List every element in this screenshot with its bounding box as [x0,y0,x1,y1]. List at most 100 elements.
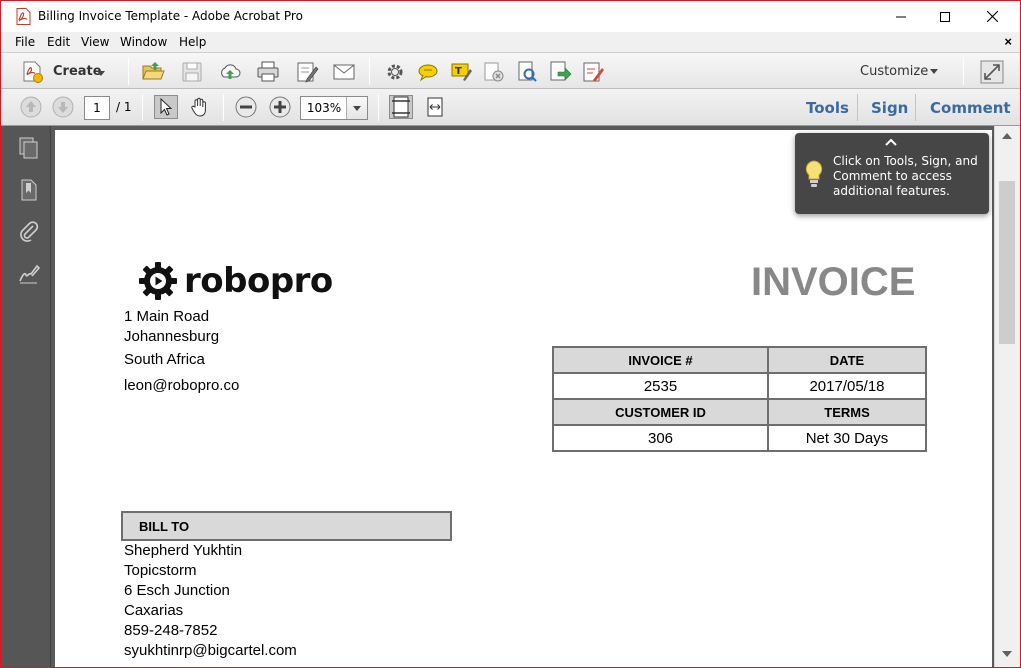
toolbar-divider [223,94,224,121]
email-icon[interactable] [332,60,356,84]
page-number-input[interactable]: 1 [84,96,110,120]
navigation-toolbar: 1 / 1 103% Tools Sign Comment [1,89,1020,126]
minimize-button[interactable] [878,1,924,32]
invoice-number-header: INVOICE # [552,346,769,374]
comment-icon[interactable] [416,60,440,84]
tools-tip-popover: Click on Tools, Sign, and Comment to acc… [795,133,989,214]
upload-icon[interactable] [218,60,242,84]
navigation-pane [1,126,51,667]
settings-icon[interactable] [383,60,407,84]
sender-address-line1: 1 Main Road [124,308,210,325]
bill-to-label: BILL TO [139,519,190,534]
create-pdf-icon[interactable] [21,60,45,84]
terms-header: TERMS [767,398,927,426]
export-icon[interactable] [548,60,572,84]
scroll-up-icon[interactable] [1002,132,1012,139]
attachments-icon[interactable] [17,220,41,244]
chevron-down-icon [353,106,361,111]
close-window-button[interactable] [969,1,1015,32]
page-total: / 1 [116,100,132,114]
invoice-number-value: 2535 [552,372,769,400]
fit-page-button[interactable] [389,95,413,119]
next-page-icon[interactable] [51,95,75,119]
zoom-in-icon[interactable] [268,95,292,119]
lightbulb-icon [805,160,823,187]
create-dropdown-icon[interactable] [97,71,105,76]
svg-text:T: T [455,66,462,77]
menu-file[interactable]: File [15,35,35,49]
expand-icon[interactable] [980,60,1004,84]
sender-email: leon@robopro.co [124,377,240,394]
toolbar-divider [128,58,129,85]
comment-pane-button[interactable]: Comment [930,99,1011,117]
menu-window[interactable]: Window [120,35,167,49]
title-bar: Billing Invoice Template - Adobe Acrobat… [1,1,1020,32]
vertical-scrollbar[interactable] [994,126,1020,667]
toolbar-divider [142,94,143,121]
tools-pane-button[interactable]: Tools [806,99,849,117]
fit-page-icon [392,96,410,118]
zoom-level-value: 103% [306,101,342,115]
sign-pane-button[interactable]: Sign [871,99,908,117]
edit-icon[interactable] [295,60,319,84]
bill-to-phone: 859-248-7852 [124,622,218,639]
collapse-chevron-up-icon[interactable] [885,138,897,146]
scroll-down-icon[interactable] [1002,651,1012,658]
robopro-gear-logo-icon [139,262,177,300]
maximize-icon [940,11,950,22]
menu-bar: File Edit View Window Help × [1,32,1020,52]
menu-help[interactable]: Help [179,35,206,49]
zoom-out-icon[interactable] [234,95,258,119]
date-value: 2017/05/18 [767,372,927,400]
maximize-button[interactable] [922,1,968,32]
company-logo: robopro [138,260,333,302]
acrobat-window: Billing Invoice Template - Adobe Acrobat… [0,0,1021,668]
fill-sign-icon[interactable] [581,60,605,84]
scrollbar-thumb[interactable] [999,181,1015,344]
select-tool-button[interactable] [154,95,178,119]
terms-value: Net 30 Days [767,424,927,452]
customer-id-header: CUSTOMER ID [552,398,769,426]
customize-button[interactable]: Customize [860,64,928,79]
close-icon [986,11,998,22]
toolbar-divider [378,94,379,121]
zoom-dropdown-button[interactable] [346,97,367,119]
close-document-button[interactable]: × [1004,34,1012,49]
bill-to-company: Topicstorm [124,562,197,579]
signatures-icon[interactable] [17,262,41,286]
logo-wordmark: robopro [184,261,333,301]
bill-to-email: syukhtinrp@bigcartel.com [124,642,297,659]
toolbar-divider [857,94,858,121]
customer-id-value: 306 [552,424,769,452]
bill-to-street: 6 Esch Junction [124,582,230,599]
open-icon[interactable] [141,60,165,84]
sender-address-line3: South Africa [124,351,205,368]
print-icon[interactable] [256,60,280,84]
combine-icon[interactable] [482,60,506,84]
invoice-meta-table: INVOICE # DATE 2535 2017/05/18 CUSTOMER … [552,346,927,452]
date-header: DATE [767,346,927,374]
toolbar-divider [369,58,370,85]
pdf-document-icon [16,8,31,25]
menu-edit[interactable]: Edit [47,35,70,49]
sender-address-line2: Johannesburg [124,328,220,345]
menu-view[interactable]: View [81,35,109,49]
bookmarks-icon[interactable] [17,178,41,202]
highlight-icon[interactable]: T [449,60,473,84]
previous-page-icon[interactable] [19,95,43,119]
invoice-title: INVOICE [751,260,916,304]
bill-to-header: BILL TO [121,511,452,541]
minimize-icon [896,16,906,17]
save-icon[interactable] [180,60,204,84]
customize-dropdown-icon[interactable] [930,69,938,74]
zoom-level-select[interactable]: 103% [300,96,368,120]
main-toolbar: Create T Customize [1,52,1020,89]
toolbar-divider [915,94,916,121]
fit-width-icon[interactable] [423,95,447,119]
page-thumbnails-icon[interactable] [17,136,41,160]
toolbar-divider [963,58,964,85]
scan-icon[interactable] [515,60,539,84]
bill-to-city: Caxarias [124,602,184,619]
create-button[interactable]: Create [53,64,102,79]
hand-tool-icon[interactable] [188,95,212,119]
